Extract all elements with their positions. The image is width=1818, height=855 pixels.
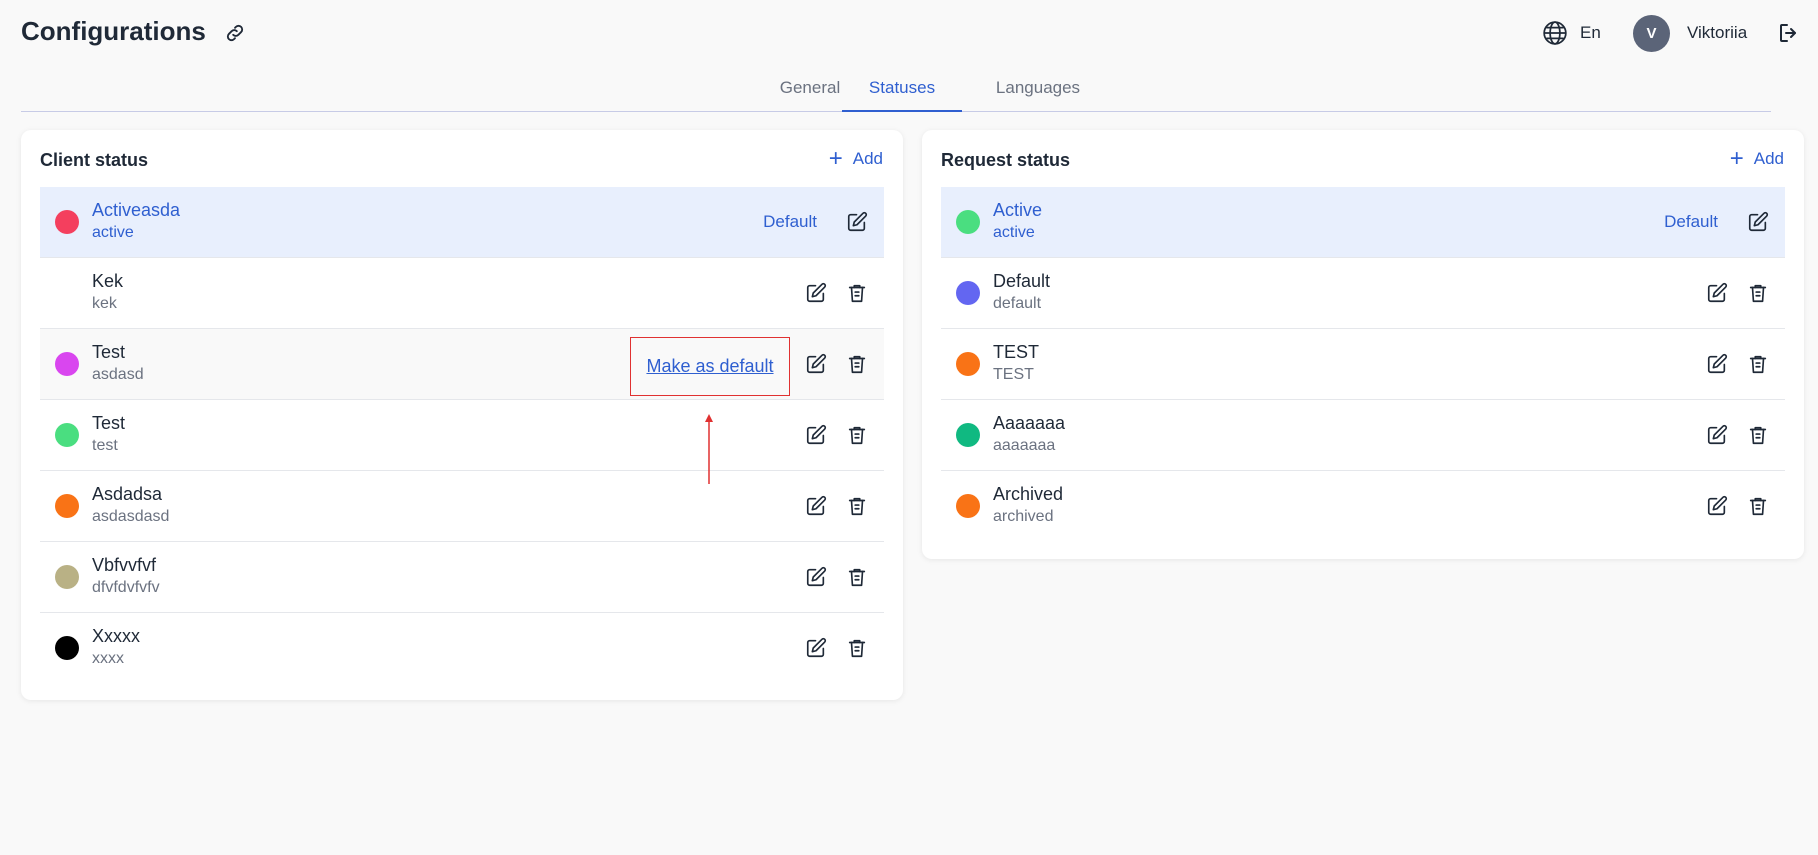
status-code: active bbox=[993, 224, 1035, 241]
status-color-dot bbox=[956, 281, 980, 305]
status-name: Xxxxx bbox=[92, 626, 141, 646]
list-item: Xxxxx xxxx bbox=[40, 613, 884, 684]
status-color-dot bbox=[55, 352, 79, 376]
list-item: Default default bbox=[941, 258, 1785, 329]
status-color-dot bbox=[956, 494, 980, 518]
trash-icon[interactable] bbox=[846, 424, 868, 446]
status-color-dot bbox=[55, 565, 79, 589]
list-item: Test test bbox=[40, 400, 884, 471]
make-default-highlight: Make as default bbox=[630, 337, 790, 396]
edit-icon[interactable] bbox=[805, 566, 827, 588]
edit-icon[interactable] bbox=[805, 424, 827, 446]
trash-icon[interactable] bbox=[846, 637, 868, 659]
status-name: Active bbox=[993, 200, 1043, 220]
status-name: Test bbox=[92, 413, 126, 433]
status-code: asdasd bbox=[92, 366, 144, 383]
annotation-arrow bbox=[705, 414, 713, 484]
status-color-dot bbox=[55, 210, 79, 234]
trash-icon[interactable] bbox=[846, 282, 868, 304]
list-item: Active active Default bbox=[941, 187, 1785, 258]
status-name: Aaaaaaa bbox=[993, 413, 1066, 433]
status-name: Default bbox=[993, 271, 1051, 291]
tab-languages[interactable]: Languages bbox=[983, 78, 1093, 112]
status-name: Kek bbox=[92, 271, 124, 291]
status-color-dot bbox=[956, 210, 980, 234]
language-label: En bbox=[1580, 23, 1601, 42]
status-code: asdasdasd bbox=[92, 508, 170, 525]
add-label: Add bbox=[1753, 149, 1784, 168]
list-item: Vbfvvfvf dfvfdvfvfv bbox=[40, 542, 884, 613]
default-badge: Default bbox=[1664, 212, 1718, 231]
list-item: TEST TEST bbox=[941, 329, 1785, 400]
status-name: Activeasda bbox=[92, 200, 181, 220]
trash-icon[interactable] bbox=[1747, 353, 1769, 375]
client-status-list: Activeasda active Default Kek kek Test asdasd M… bbox=[40, 187, 884, 684]
add-request-status-button[interactable]: + Add bbox=[1729, 145, 1784, 172]
list-item: Asdadsa asdasdasd bbox=[40, 471, 884, 542]
default-badge: Default bbox=[763, 212, 817, 231]
list-item: Archived archived bbox=[941, 471, 1785, 542]
request-status-card: Request status + Add Active active Default… bbox=[922, 130, 1804, 559]
status-name: TEST bbox=[993, 342, 1040, 362]
globe-icon bbox=[1543, 21, 1567, 45]
list-item: Activeasda active Default bbox=[40, 187, 884, 258]
status-code: xxxx bbox=[92, 650, 124, 667]
status-code: test bbox=[92, 437, 118, 454]
logout-icon[interactable] bbox=[1777, 21, 1801, 45]
request-status-list: Active active Default Default default TEST TES… bbox=[941, 187, 1785, 542]
edit-icon[interactable] bbox=[1747, 211, 1769, 233]
edit-icon[interactable] bbox=[1706, 495, 1728, 517]
edit-icon[interactable] bbox=[805, 353, 827, 375]
list-item: Aaaaaaa aaaaaaa bbox=[941, 400, 1785, 471]
edit-icon[interactable] bbox=[1706, 282, 1728, 304]
trash-icon[interactable] bbox=[846, 495, 868, 517]
edit-icon[interactable] bbox=[805, 637, 827, 659]
header: Configurations En V Viktoriia bbox=[0, 0, 1818, 66]
status-code: dfvfdvfvfv bbox=[92, 579, 160, 596]
status-code: aaaaaaa bbox=[993, 437, 1056, 454]
plus-icon: + bbox=[828, 145, 843, 172]
user-menu[interactable]: V Viktoriia bbox=[1633, 14, 1747, 52]
status-color-dot bbox=[55, 423, 79, 447]
status-code: default bbox=[993, 295, 1042, 312]
list-item: Kek kek bbox=[40, 258, 884, 329]
status-code: TEST bbox=[993, 366, 1034, 383]
add-label: Add bbox=[852, 149, 883, 168]
avatar: V bbox=[1633, 14, 1670, 52]
edit-icon[interactable] bbox=[1706, 353, 1728, 375]
trash-icon[interactable] bbox=[846, 353, 868, 375]
status-color-dot bbox=[956, 423, 980, 447]
tab-statuses[interactable]: Statuses bbox=[842, 78, 962, 112]
status-name: Asdadsa bbox=[92, 484, 163, 504]
status-name: Archived bbox=[993, 484, 1064, 504]
status-code: archived bbox=[993, 508, 1054, 525]
list-item: Test asdasd Make as default bbox=[40, 329, 884, 400]
language-switcher[interactable]: En bbox=[1542, 20, 1601, 46]
trash-icon[interactable] bbox=[1747, 424, 1769, 446]
page-title: Configurations bbox=[21, 16, 206, 46]
make-default-link[interactable]: Make as default bbox=[646, 356, 773, 377]
status-color-dot bbox=[956, 352, 980, 376]
edit-icon[interactable] bbox=[805, 495, 827, 517]
trash-icon[interactable] bbox=[1747, 495, 1769, 517]
edit-icon[interactable] bbox=[1706, 424, 1728, 446]
plus-icon: + bbox=[1729, 145, 1744, 172]
status-code: kek bbox=[92, 295, 117, 312]
status-name: Vbfvvfvf bbox=[92, 555, 157, 575]
card-title: Request status bbox=[941, 150, 1071, 170]
trash-icon[interactable] bbox=[1747, 282, 1769, 304]
status-color-dot bbox=[55, 494, 79, 518]
card-title: Client status bbox=[40, 150, 149, 170]
user-name: Viktoriia bbox=[1687, 23, 1748, 42]
edit-icon[interactable] bbox=[805, 282, 827, 304]
client-status-card: Client status + Add Activeasda active Defa… bbox=[21, 130, 903, 700]
edit-icon[interactable] bbox=[846, 211, 868, 233]
link-icon[interactable] bbox=[224, 22, 246, 44]
tab-bar: General Statuses Languages bbox=[21, 66, 1771, 112]
trash-icon[interactable] bbox=[846, 566, 868, 588]
status-color-dot bbox=[55, 636, 79, 660]
status-name: Test bbox=[92, 342, 126, 362]
add-client-status-button[interactable]: + Add bbox=[828, 145, 883, 172]
status-code: active bbox=[92, 224, 134, 241]
